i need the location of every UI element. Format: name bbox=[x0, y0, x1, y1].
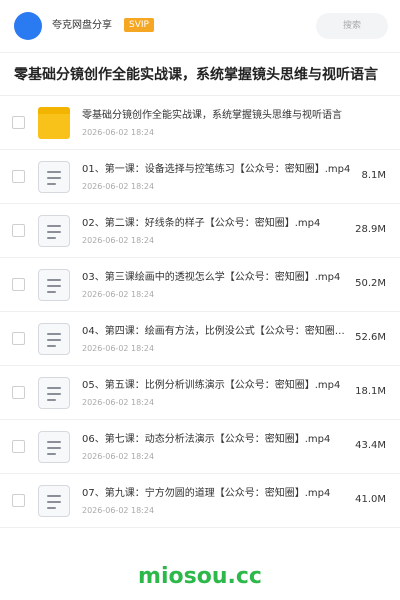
file-name: 02、第二课：好线条的样子【公众号：密知圈】.mp4 bbox=[82, 218, 321, 229]
svip-badge: SVIP bbox=[124, 18, 154, 32]
file-date: 2026-06-02 18:24 bbox=[82, 398, 155, 407]
document-icon bbox=[38, 269, 70, 301]
page-title: 零基础分镜创作全能实战课，系统掌握镜头思维与视听语言 bbox=[14, 67, 378, 83]
checkbox[interactable] bbox=[12, 278, 25, 291]
watermark: miosou.cc bbox=[138, 564, 262, 589]
checkbox[interactable] bbox=[12, 170, 25, 183]
list-item[interactable]: 01、第一课：设备选择与控笔练习【公众号：密知圈】.mp4 2026-06-02… bbox=[0, 150, 400, 204]
file-size: 18.1M bbox=[355, 386, 386, 397]
file-size: 50.2M bbox=[355, 278, 386, 289]
title-bar: 零基础分镜创作全能实战课，系统掌握镜头思维与视听语言 bbox=[0, 52, 400, 96]
file-date: 2026-06-02 18:24 bbox=[82, 182, 155, 191]
file-size: 52.6M bbox=[355, 332, 386, 343]
list-item[interactable]: 05、第五课：比例分析训练演示【公众号：密知圈】.mp4 2026-06-02 … bbox=[0, 366, 400, 420]
file-date: 2026-06-02 18:24 bbox=[82, 236, 155, 245]
avatar[interactable] bbox=[14, 12, 42, 40]
file-date: 2026-06-02 18:24 bbox=[82, 344, 155, 353]
file-date: 2026-06-02 18:24 bbox=[82, 452, 155, 461]
checkbox[interactable] bbox=[12, 440, 25, 453]
checkbox[interactable] bbox=[12, 494, 25, 507]
search-input[interactable] bbox=[316, 13, 388, 39]
document-icon bbox=[38, 323, 70, 355]
file-name: 06、第七课：动态分析法演示【公众号：密知圈】.mp4 bbox=[82, 434, 331, 445]
file-name: 07、第九课：宁方勿圆的道理【公众号：密知圈】.mp4 bbox=[82, 488, 331, 499]
list-item[interactable]: 06、第七课：动态分析法演示【公众号：密知圈】.mp4 2026-06-02 1… bbox=[0, 420, 400, 474]
checkbox[interactable] bbox=[12, 332, 25, 345]
list-item[interactable]: 02、第二课：好线条的样子【公众号：密知圈】.mp4 2026-06-02 18… bbox=[0, 204, 400, 258]
app-name: 夸克网盘分享 bbox=[52, 20, 112, 31]
checkbox[interactable] bbox=[12, 386, 25, 399]
document-icon bbox=[38, 161, 70, 193]
checkbox[interactable] bbox=[12, 224, 25, 237]
list-item[interactable]: 04、第四课：绘画有方法，比例没公式【公众号：密知圈】.mp4 2026-06-… bbox=[0, 312, 400, 366]
file-size: 43.4M bbox=[355, 440, 386, 451]
file-size: 28.9M bbox=[355, 224, 386, 235]
file-date: 2026-06-02 18:24 bbox=[82, 128, 155, 137]
file-name: 01、第一课：设备选择与控笔练习【公众号：密知圈】.mp4 bbox=[82, 164, 351, 175]
checkbox[interactable] bbox=[12, 116, 25, 129]
list-item[interactable]: 07、第九课：宁方勿圆的道理【公众号：密知圈】.mp4 2026-06-02 1… bbox=[0, 474, 400, 528]
file-size: 8.1M bbox=[361, 170, 386, 181]
document-icon bbox=[38, 377, 70, 409]
file-date: 2026-06-02 18:24 bbox=[82, 290, 155, 299]
file-size: 41.0M bbox=[355, 494, 386, 505]
document-icon bbox=[38, 431, 70, 463]
list-item[interactable]: 零基础分镜创作全能实战课，系统掌握镜头思维与视听语言 2026-06-02 18… bbox=[0, 96, 400, 150]
file-name: 03、第三课绘画中的透视怎么学【公众号：密知圈】.mp4 bbox=[82, 272, 341, 283]
file-name: 04、第四课：绘画有方法，比例没公式【公众号：密知圈】.mp4 bbox=[82, 326, 352, 337]
document-icon bbox=[38, 485, 70, 517]
header: 夸克网盘分享 SVIP bbox=[0, 0, 400, 52]
file-list: 零基础分镜创作全能实战课，系统掌握镜头思维与视听语言 2026-06-02 18… bbox=[0, 96, 400, 528]
list-item[interactable]: 03、第三课绘画中的透视怎么学【公众号：密知圈】.mp4 2026-06-02 … bbox=[0, 258, 400, 312]
file-date: 2026-06-02 18:24 bbox=[82, 506, 155, 515]
file-name: 05、第五课：比例分析训练演示【公众号：密知圈】.mp4 bbox=[82, 380, 341, 391]
folder-icon bbox=[38, 107, 70, 139]
file-name: 零基础分镜创作全能实战课，系统掌握镜头思维与视听语言 bbox=[82, 110, 342, 121]
document-icon bbox=[38, 215, 70, 247]
